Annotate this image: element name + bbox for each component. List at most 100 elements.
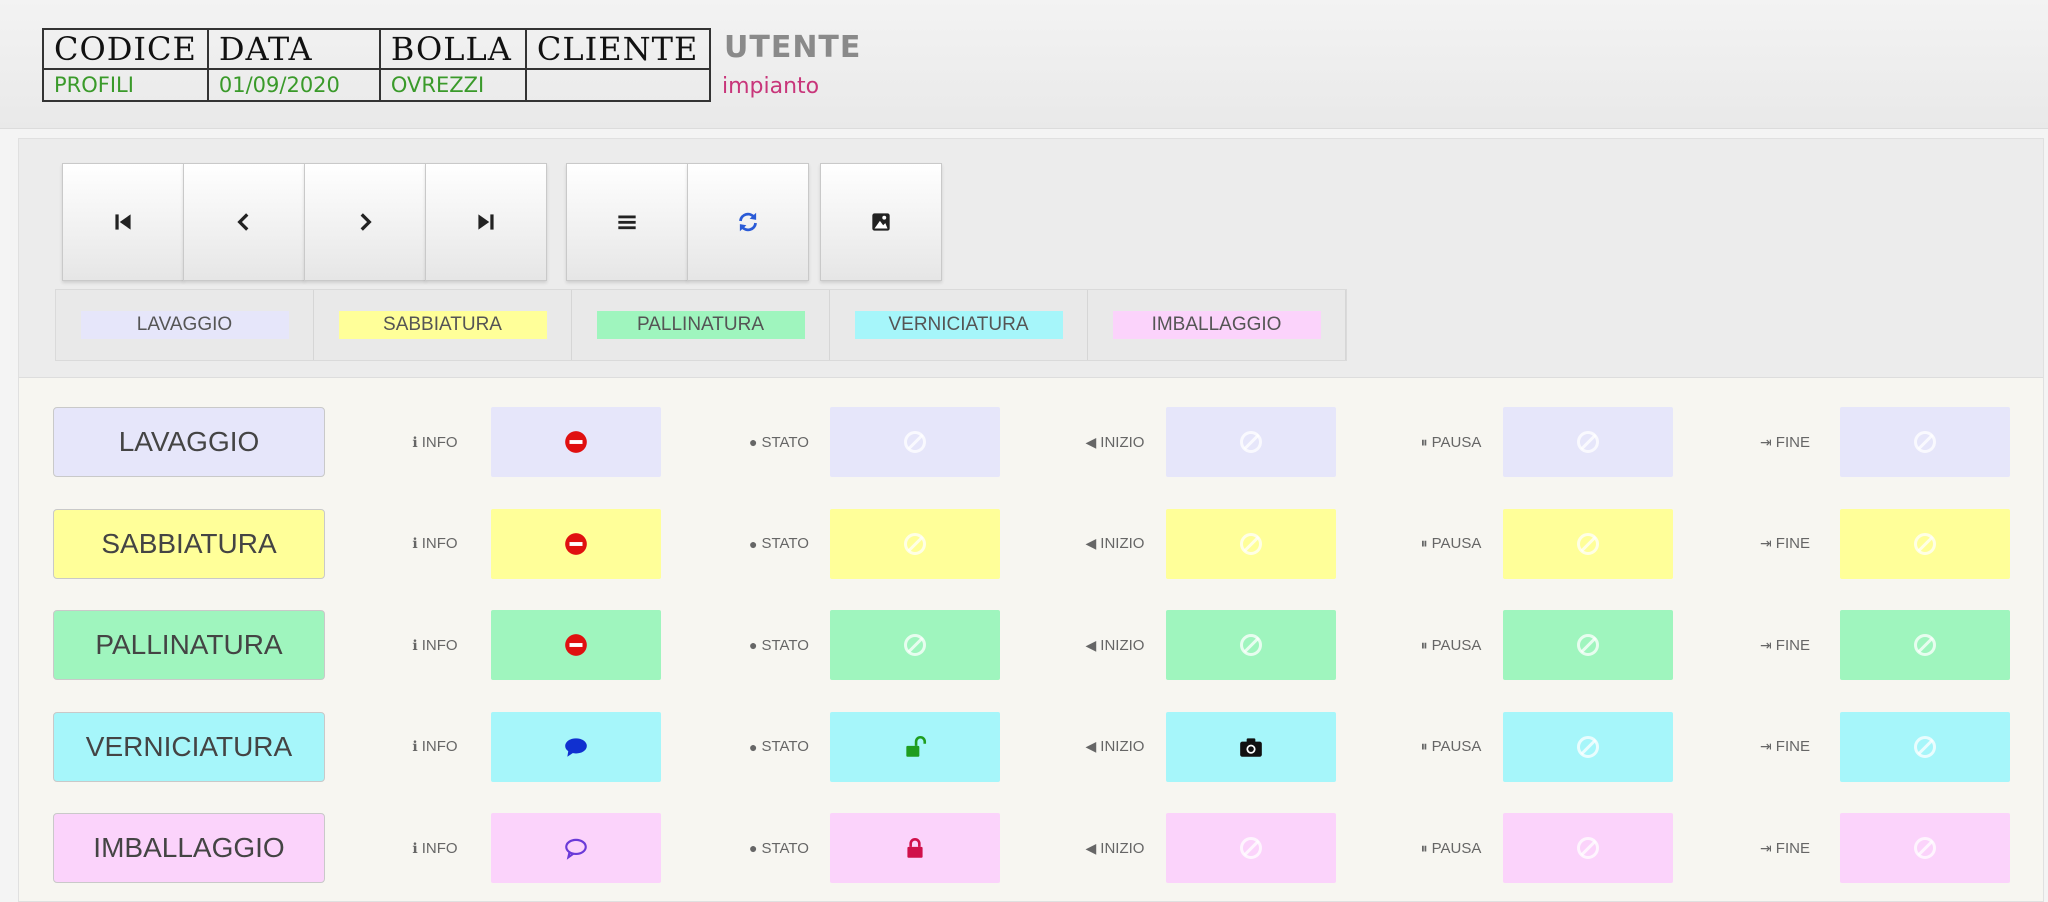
fine-label-icon: ⇥ <box>1760 636 1772 653</box>
info-cell[interactable] <box>491 508 661 579</box>
image-button-group <box>820 163 942 281</box>
refresh-button[interactable] <box>687 163 809 281</box>
legend-label: IMBALLAGGIO <box>1112 311 1321 339</box>
ban-icon <box>1577 532 1599 555</box>
info-cell[interactable] <box>491 813 661 883</box>
header-val-data: 01/09/2020 <box>206 68 381 102</box>
info-label: ℹ INFO <box>375 813 495 883</box>
fine-cell[interactable] <box>1840 813 2010 883</box>
inizio-cell[interactable] <box>1166 610 1336 680</box>
stato-cell[interactable] <box>830 711 1000 782</box>
fine-cell[interactable] <box>1840 610 2010 680</box>
info-label-icon: ℹ <box>412 738 418 754</box>
inizio-cell[interactable] <box>1166 407 1336 477</box>
ban-icon <box>1577 735 1599 758</box>
utente-value: impianto <box>722 74 820 99</box>
stato-label-icon: ● <box>749 535 758 552</box>
image-button[interactable] <box>820 163 942 281</box>
pausa-cell[interactable] <box>1503 508 1673 579</box>
previous-record-button[interactable] <box>183 163 305 281</box>
fine-label-text: FINE <box>1775 839 1810 857</box>
stato-label: ● STATO <box>719 712 839 782</box>
ban-icon <box>1914 431 1936 453</box>
comment-solid-icon <box>563 734 589 760</box>
header-col-bolla: BOLLA <box>378 28 527 70</box>
inizio-label-icon: ◀ <box>1085 636 1097 653</box>
fine-cell[interactable] <box>1840 508 2010 579</box>
stato-label: ● STATO <box>719 407 839 477</box>
info-cell[interactable] <box>491 610 661 680</box>
fine-label: ⇥ FINE <box>1725 610 1845 680</box>
fine-cell[interactable] <box>1840 711 2010 782</box>
ban-icon <box>1914 634 1936 656</box>
first-record-button[interactable] <box>62 163 184 281</box>
stato-cell[interactable] <box>830 610 1000 680</box>
info-label: ℹ INFO <box>375 610 495 680</box>
phase-row: PALLINATURA ℹ INFO ● STATO ◀ INIZIO ⏸ PAUSA ⇥ FINE <box>19 610 2043 684</box>
info-cell[interactable] <box>491 407 661 477</box>
stato-label: ● STATO <box>719 509 839 579</box>
phase-button-verniciatura[interactable]: VERNICIATURA <box>53 711 325 782</box>
unlock-icon <box>902 734 928 760</box>
fine-cell[interactable] <box>1840 407 2010 477</box>
info-label: ℹ INFO <box>375 407 495 477</box>
pausa-label: ⏸ PAUSA <box>1391 509 1511 579</box>
first-icon <box>115 214 131 230</box>
header-val-bolla: OVREZZI <box>378 68 527 102</box>
inizio-label-text: INIZIO <box>1100 433 1145 451</box>
info-cell[interactable] <box>491 711 661 782</box>
info-label-text: INFO <box>421 839 458 857</box>
pausa-cell[interactable] <box>1503 813 1673 883</box>
stato-label-icon: ● <box>749 738 758 755</box>
info-label: ℹ INFO <box>375 509 495 579</box>
stato-cell[interactable] <box>830 813 1000 883</box>
phase-button-sabbiatura[interactable]: SABBIATURA <box>53 508 325 579</box>
no-entry-icon <box>563 531 589 557</box>
phase-button-imballaggio[interactable]: IMBALLAGGIO <box>53 813 325 883</box>
phase-button-pallinatura[interactable]: PALLINATURA <box>53 610 325 680</box>
stato-label-icon: ● <box>749 434 758 450</box>
pausa-cell[interactable] <box>1503 610 1673 680</box>
fine-label-text: FINE <box>1775 535 1810 552</box>
ban-icon <box>1914 532 1936 555</box>
last-record-button[interactable] <box>425 163 547 281</box>
inizio-cell[interactable] <box>1166 711 1336 782</box>
pausa-cell[interactable] <box>1503 711 1673 782</box>
phase-row: SABBIATURA ℹ INFO ● STATO ◀ INIZIO ⏸ PAUSA ⇥ FINE <box>19 508 2043 583</box>
stato-cell[interactable] <box>830 508 1000 579</box>
pausa-label-icon: ⏸ <box>1420 839 1428 856</box>
ban-icon <box>1577 634 1599 656</box>
fine-label-icon: ⇥ <box>1760 535 1772 551</box>
list-button[interactable] <box>566 163 688 281</box>
pausa-label: ⏸ PAUSA <box>1391 712 1511 782</box>
main-panel: LAVAGGIO SABBIATURA PALLINATURA VERNICIA… <box>18 138 2044 902</box>
stato-label-text: STATO <box>761 738 809 755</box>
stato-label-text: STATO <box>761 535 809 552</box>
header-col-data: DATA <box>206 28 381 70</box>
inizio-cell[interactable] <box>1166 813 1336 883</box>
inizio-label-text: INIZIO <box>1100 839 1145 857</box>
info-label-text: INFO <box>421 636 458 654</box>
header-val-cliente <box>524 68 711 102</box>
utente-label: UTENTE <box>724 30 862 65</box>
inizio-cell[interactable] <box>1166 508 1336 579</box>
stato-label: ● STATO <box>719 610 839 680</box>
fine-label: ⇥ FINE <box>1725 509 1845 579</box>
stato-cell[interactable] <box>830 407 1000 477</box>
ban-icon <box>904 431 926 453</box>
fine-label-text: FINE <box>1775 636 1810 654</box>
ban-icon <box>1240 837 1262 859</box>
fine-label: ⇥ FINE <box>1725 712 1845 782</box>
next-record-button[interactable] <box>304 163 426 281</box>
info-label-text: INFO <box>421 738 458 755</box>
action-button-group <box>566 163 809 281</box>
document-header-table: CODICE DATA BOLLA CLIENTE PROFILI 01/09/… <box>42 28 711 102</box>
comment-outline-icon <box>563 835 589 861</box>
fine-label: ⇥ FINE <box>1725 407 1845 477</box>
phase-button-lavaggio[interactable]: LAVAGGIO <box>53 407 325 477</box>
fine-label-icon: ⇥ <box>1760 738 1772 754</box>
toolbar: LAVAGGIO SABBIATURA PALLINATURA VERNICIA… <box>19 139 2043 378</box>
pausa-cell[interactable] <box>1503 407 1673 477</box>
inizio-label-icon: ◀ <box>1085 738 1097 754</box>
stato-label-text: STATO <box>761 636 809 654</box>
